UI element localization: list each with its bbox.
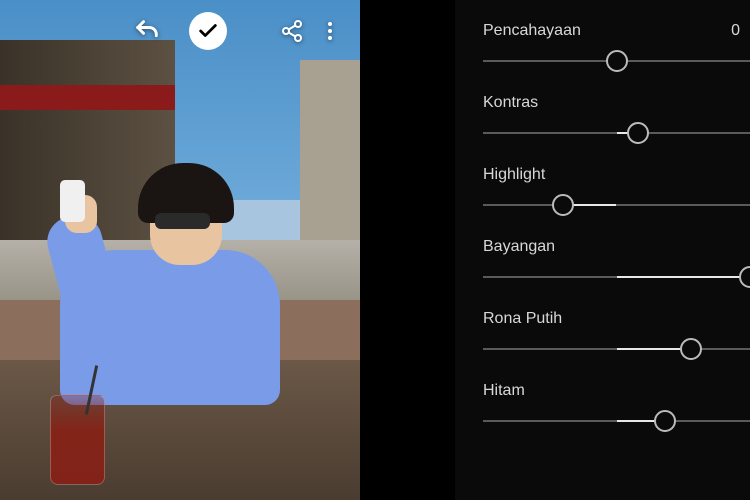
- slider-hitam: Hitam: [483, 382, 750, 432]
- confirm-button[interactable]: [189, 12, 227, 50]
- slider-label: Rona Putih: [483, 310, 562, 328]
- slider-thumb[interactable]: [654, 410, 676, 432]
- more-icon[interactable]: [318, 19, 342, 43]
- slider-kontras: Kontras: [483, 94, 750, 144]
- slider-value: 0: [731, 22, 740, 40]
- slider-thumb[interactable]: [739, 266, 750, 288]
- editor-toolbar: [0, 12, 360, 50]
- slider-track[interactable]: [483, 122, 750, 144]
- slider-track[interactable]: [483, 338, 750, 360]
- slider-track[interactable]: [483, 50, 750, 72]
- slider-label: Kontras: [483, 94, 538, 112]
- slider-label: Pencahayaan: [483, 22, 581, 40]
- photo-awning: [0, 85, 175, 110]
- photo-glass: [50, 395, 105, 485]
- slider-bayangan: Bayangan: [483, 238, 750, 288]
- slider-track[interactable]: [483, 194, 750, 216]
- photo-person: [60, 145, 280, 405]
- slider-pencahayaan: Pencahayaan 0: [483, 22, 750, 72]
- slider-rona-putih: Rona Putih: [483, 310, 750, 360]
- slider-thumb[interactable]: [627, 122, 649, 144]
- photo-building-right: [300, 60, 360, 240]
- slider-thumb[interactable]: [680, 338, 702, 360]
- undo-icon[interactable]: [133, 17, 161, 45]
- panel-divider: [360, 0, 455, 500]
- adjustment-panel: Pencahayaan 0 Kontras Highlight Bayangan Rona…: [455, 0, 750, 500]
- slider-track[interactable]: [483, 266, 750, 288]
- share-icon[interactable]: [280, 19, 304, 43]
- slider-track[interactable]: [483, 410, 750, 432]
- slider-label: Hitam: [483, 382, 525, 400]
- photo-preview: [0, 0, 360, 500]
- slider-highlight: Highlight: [483, 166, 750, 216]
- slider-thumb[interactable]: [606, 50, 628, 72]
- slider-label: Highlight: [483, 166, 545, 184]
- slider-label: Bayangan: [483, 238, 555, 256]
- slider-thumb[interactable]: [552, 194, 574, 216]
